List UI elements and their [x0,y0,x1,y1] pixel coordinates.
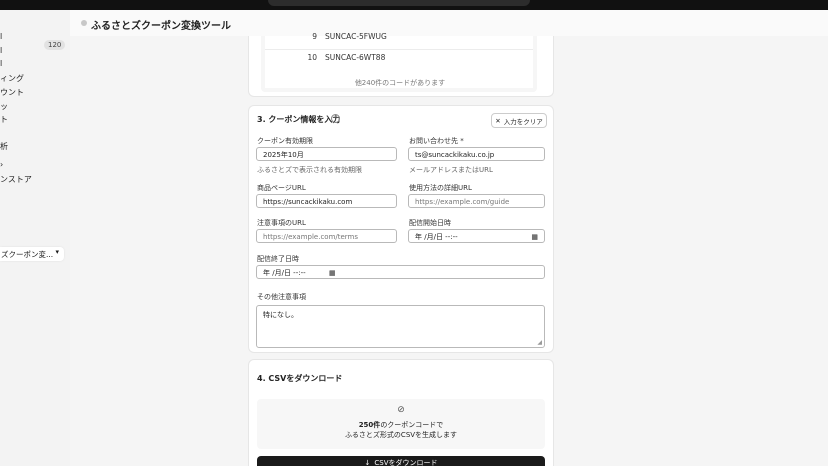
help-icon[interactable]: ? [331,114,340,123]
row-code: SUNCAC-6WT88 [325,53,386,62]
summary-line-1-suffix: のクーポンコードで [380,421,444,429]
close-icon: ✕ [495,116,501,125]
sidebar-item-7[interactable]: ト [0,114,8,125]
expiry-hint: ふるさとズで表示される有効期限 [257,166,362,174]
other-notes-label: その他注意事項 [257,293,306,301]
check-circle-icon: ⊘ [397,405,405,415]
section-title: 3. クーポン情報を入力 [257,115,341,124]
app-icon [81,20,87,26]
table-row: 9 SUNCAC-5FWUG [265,32,533,49]
usage-url-label: 使用方法の詳細URL [409,184,472,192]
sidebar-item-1[interactable]: l [0,32,2,41]
summary-line-2: ふるさとズ形式のCSVを生成します [344,431,458,439]
sidebar-count-badge: 120 [44,40,66,50]
sidebar-item-6[interactable]: ッ [0,101,8,112]
expiry-label: クーポン有効期限 [257,137,313,145]
caret-down-icon: ▾ [55,248,59,256]
row-code: SUNCAC-5FWUG [325,32,387,41]
other-notes-textarea[interactable]: 特になし。 ◢ [256,305,545,348]
resize-handle-icon[interactable]: ◢ [537,339,542,346]
row-number: 10 [307,53,317,62]
end-date-placeholder: 年 /月/日 --:-- [263,269,306,277]
end-date-label: 配信終了日時 [257,255,299,263]
main-content: ふるさとズクーポン変換ツール 9 SUNCAC-5FWUG 10 SUNCAC-… [70,10,828,466]
calendar-icon[interactable]: ▦ [531,230,538,242]
window-top-bar [0,0,828,10]
row-number: 9 [312,32,317,41]
download-csv-label: CSVをダウンロード [374,459,438,466]
sidebar-selected-label: ズクーポン変... [1,250,54,259]
download-csv-button[interactable]: ↓ CSVをダウンロード [257,456,545,466]
sidebar-item-3[interactable]: l [0,59,2,68]
section-title: 4. CSVをダウンロード [257,374,343,383]
calendar-icon[interactable]: ▦ [329,266,336,278]
clear-input-button[interactable]: ✕ 入力をクリア [491,113,547,128]
start-date-label: 配信開始日時 [409,219,451,227]
code-count: 250件 [358,421,381,429]
download-icon: ↓ [364,459,371,466]
top-notch [268,0,530,6]
product-url-input[interactable]: https://suncackikaku.com [256,194,397,208]
sidebar-item-9[interactable]: ンストア [0,174,32,185]
other-notes-value: 特になし。 [263,311,298,319]
summary-line-1: 250件のクーポンコードで [257,420,545,430]
table-row: 10 SUNCAC-6WT88 [265,49,533,67]
coupon-info-card: 3. クーポン情報を入力 ? ✕ 入力をクリア クーポン有効期限 2025年10… [248,105,554,353]
expiry-input[interactable]: 2025年10月 [256,147,397,161]
sidebar-chevron-icon[interactable]: › [0,160,3,169]
usage-url-input[interactable]: https://example.com/guide [408,194,545,208]
start-date-placeholder: 年 /月/日 --:-- [415,233,458,241]
contact-label: お問い合わせ先 * [409,137,464,145]
sidebar-item-selected[interactable]: ズクーポン変... ▾ [0,247,64,261]
notes-url-label: 注意事項のURL [257,219,306,227]
download-summary: ⊘ 250件のクーポンコードで ふるさとズ形式のCSVを生成します [257,399,545,449]
notes-url-input[interactable]: https://example.com/terms [256,229,397,243]
sidebar-item-2[interactable]: l [0,46,2,55]
download-card: 4. CSVをダウンロード ⊘ 250件のクーポンコードで ふるさとズ形式のCS… [248,359,554,466]
sidebar-item-4[interactable]: ィング [0,73,24,84]
clear-input-label: 入力をクリア [503,117,543,126]
sidebar: l 120 l l ィング ウント ッ ト 析 › ンストア ズクーポン変...… [0,10,70,466]
end-date-input[interactable]: 年 /月/日 --:-- ▦ [256,265,545,279]
sidebar-item-8[interactable]: 析 [0,141,8,152]
product-url-label: 商品ページURL [257,184,306,192]
contact-input[interactable]: ts@suncackikaku.co.jp [408,147,545,161]
sidebar-item-5[interactable]: ウント [0,87,24,98]
contact-hint: メールアドレスまたはURL [409,166,493,174]
more-codes-text: 他240件のコードがあります [354,79,446,87]
start-date-input[interactable]: 年 /月/日 --:-- ▦ [408,229,545,243]
page-title: ふるさとズクーポン変換ツール [91,21,231,32]
